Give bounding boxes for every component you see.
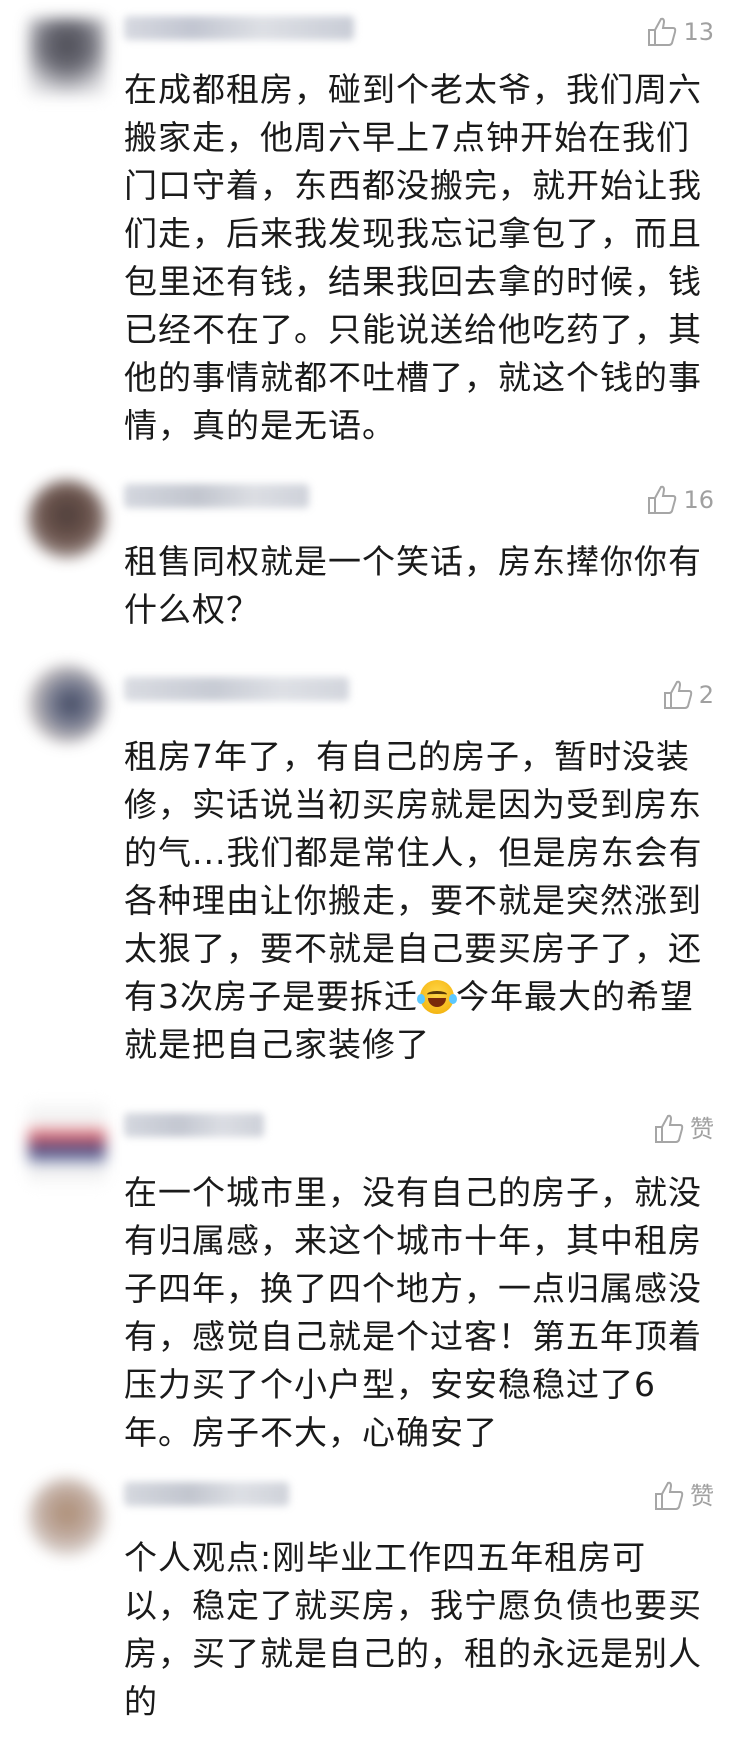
thumbs-up-icon [655,1114,684,1143]
username-blurred[interactable] [124,484,309,508]
comment-text: 租售同权就是一个笑话，房东撵你你有 什么权？ [124,542,702,629]
like-button[interactable]: 赞 [652,1107,714,1151]
comment-text: 在一个城市里，没有自己的房子，就没 有归属感，来这个城市十年，其中租房 子四年，… [124,1173,702,1452]
username-blurred[interactable] [124,1482,289,1506]
comment-text-part: 租房7年了，有自己的房子，暂时没装 修，实话说当初买房就是因为受到房东 的气..… [124,737,703,1016]
like-button[interactable]: 赞 [652,1474,714,1518]
username-blurred[interactable] [124,1113,264,1137]
like-button[interactable]: 16 [645,478,714,522]
thumbs-up-icon [648,485,677,514]
like-count: 16 [683,486,714,514]
laugh-cry-emoji-icon [417,980,457,1014]
comment-text: 在成都租房，碰到个老太爷，我们周六 搬家走，他周六早上7点钟开始在我们 门口守着… [124,70,702,445]
comment-text: 个人观点:刚毕业工作四五年租房可 以，稳定了就买房，我宁愿负债也要买 房，买了就… [124,1538,702,1721]
comment-text: 租房7年了，有自己的房子，暂时没装 修，实话说当初买房就是因为受到房东 的气..… [124,733,724,1069]
thumbs-up-icon [648,17,677,46]
avatar[interactable] [28,1105,106,1183]
like-count: 13 [683,18,714,46]
like-button[interactable]: 2 [661,673,714,717]
like-count: 赞 [690,1482,714,1510]
like-count: 2 [698,681,714,709]
username-blurred[interactable] [124,16,354,40]
avatar[interactable] [28,480,106,558]
like-button[interactable]: 13 [645,10,714,54]
username-blurred[interactable] [124,677,349,701]
comment-feed: 13 在成都租房，碰到个老太爷，我们周六 搬家走，他周六早上7点钟开始在我们 门… [0,0,750,1744]
thumbs-up-icon [663,680,692,709]
like-count: 赞 [690,1115,714,1143]
avatar[interactable] [28,18,106,96]
avatar[interactable] [28,1478,106,1556]
avatar[interactable] [28,665,106,743]
thumbs-up-icon [655,1481,684,1510]
